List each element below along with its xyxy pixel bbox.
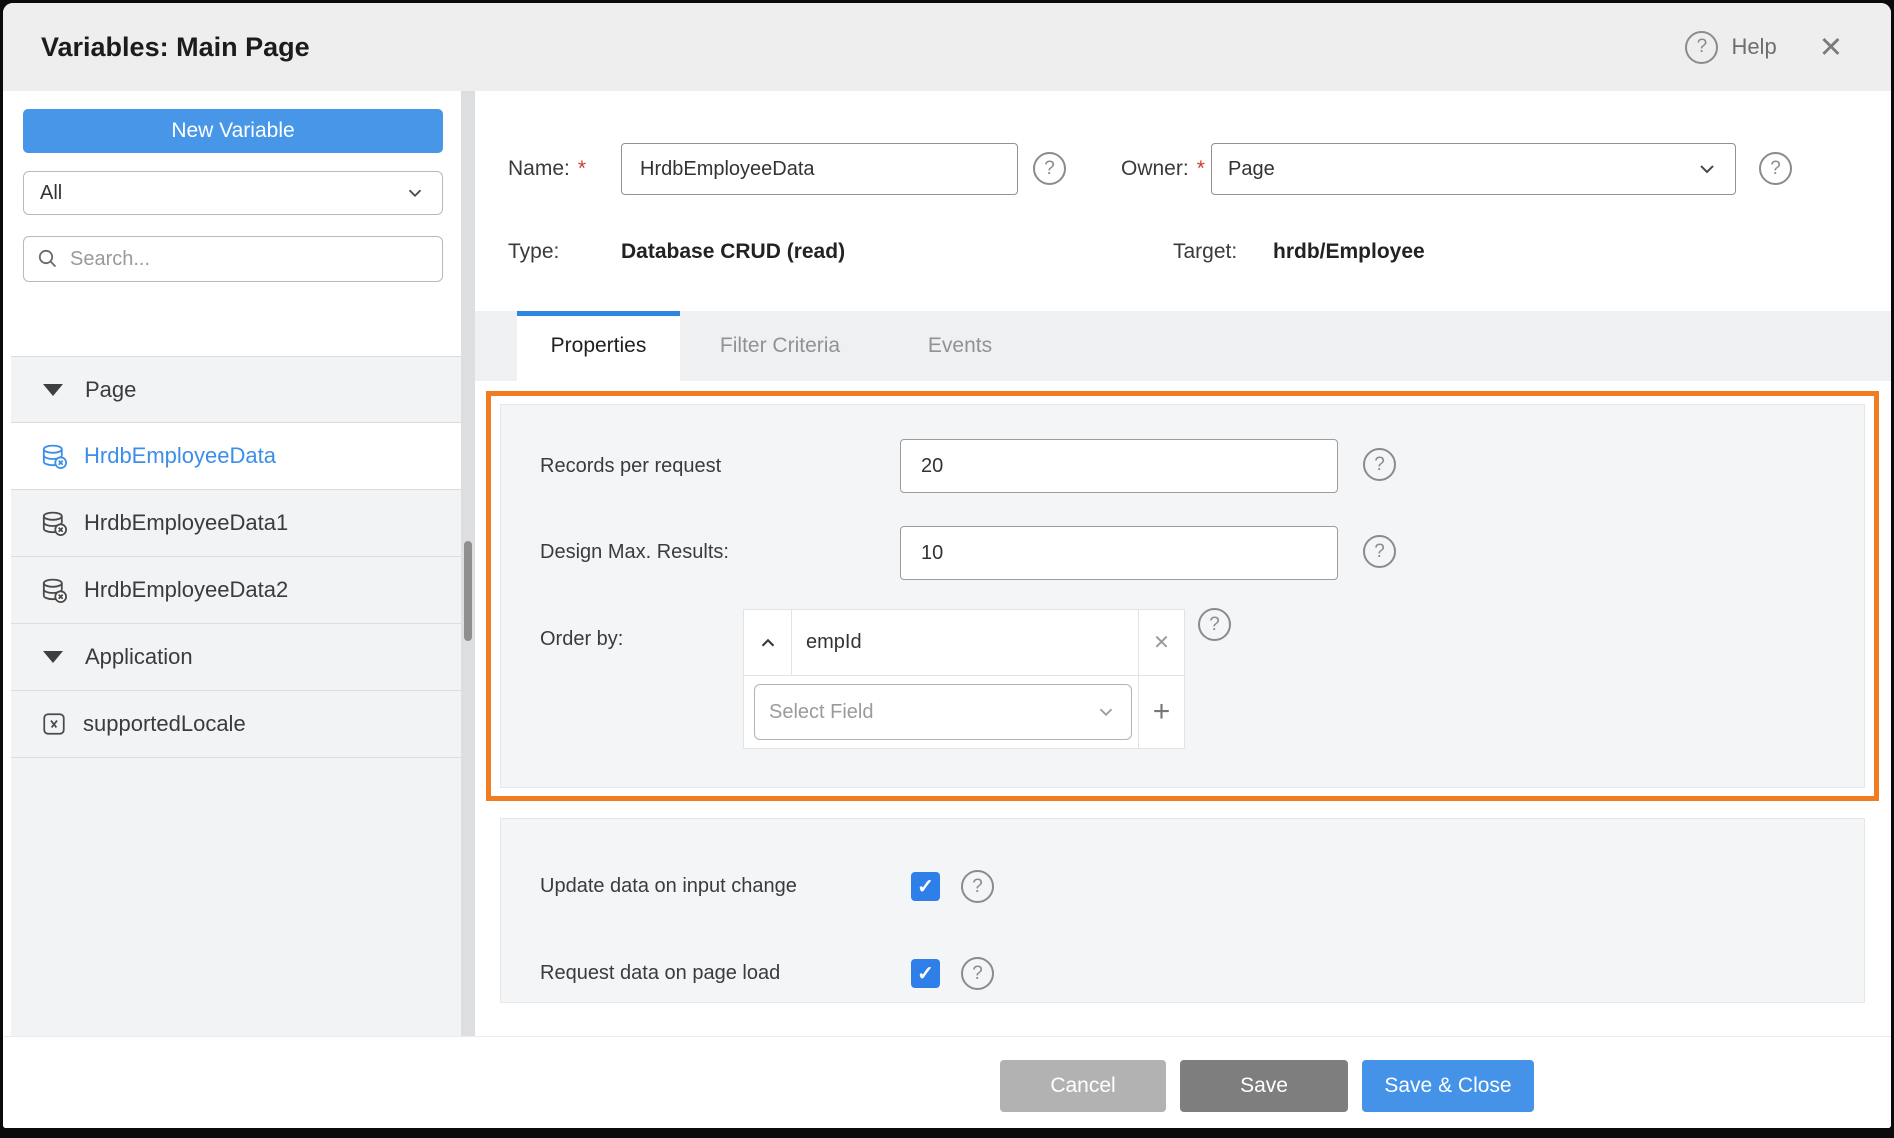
dialog-title: Variables: Main Page	[41, 3, 310, 91]
order-by-label: Order by:	[540, 624, 623, 654]
check-icon: ✓	[917, 961, 934, 986]
variable-icon	[41, 711, 67, 737]
variable-search	[23, 236, 443, 282]
variables-dialog: Variables: Main Page ? Help ✕ New Variab…	[3, 3, 1891, 1128]
tree-item-label: HrdbEmployeeData1	[84, 510, 288, 536]
records-per-request-input[interactable]	[900, 439, 1338, 493]
dialog-footer: Cancel Save Save & Close	[3, 1036, 1891, 1128]
name-help-icon[interactable]: ?	[1033, 152, 1066, 185]
remove-order-field-icon[interactable]: ✕	[1138, 610, 1184, 675]
select-field-dropdown[interactable]: Select Field	[754, 684, 1132, 740]
cancel-button[interactable]: Cancel	[1000, 1060, 1166, 1112]
database-variable-icon	[41, 577, 68, 604]
tree-item-label: HrdbEmployeeData	[84, 443, 276, 469]
required-asterisk: *	[578, 157, 586, 181]
order-by-field-value[interactable]: empId	[792, 610, 1138, 675]
design-max-results-input[interactable]	[900, 526, 1338, 580]
close-icon[interactable]: ✕	[1819, 30, 1843, 65]
target-label: Target:	[1173, 232, 1237, 272]
variable-detail-pane: Name: * ? Owner: * Page ? Type: Database…	[475, 91, 1891, 1036]
help-icon[interactable]: ?	[1685, 31, 1718, 64]
update-data-label: Update data on input change	[540, 871, 797, 901]
triangle-down-icon	[43, 651, 63, 663]
owner-select[interactable]: Page	[1211, 143, 1736, 195]
save-and-close-button[interactable]: Save & Close	[1362, 1060, 1534, 1112]
check-icon: ✓	[917, 874, 934, 899]
owner-value: Page	[1228, 158, 1275, 181]
help-link[interactable]: Help	[1731, 34, 1776, 60]
required-asterisk: *	[1197, 157, 1205, 181]
records-per-request-label: Records per request	[540, 451, 721, 481]
name-input[interactable]	[621, 143, 1018, 195]
header-actions: ? Help ✕	[1685, 3, 1843, 91]
save-button[interactable]: Save	[1180, 1060, 1348, 1112]
new-variable-button[interactable]: New Variable	[23, 109, 443, 153]
tree-section-label: Application	[85, 644, 193, 670]
design-max-results-label: Design Max. Results:	[540, 537, 729, 567]
variable-filter-value: All	[40, 182, 62, 205]
chevron-down-icon	[1095, 701, 1117, 723]
design-help-icon[interactable]: ?	[1363, 535, 1396, 568]
variable-filter-select[interactable]: All	[23, 171, 443, 215]
tree-section-page[interactable]: Page	[11, 356, 461, 423]
order-by-help-icon[interactable]: ?	[1198, 608, 1231, 641]
records-help-icon[interactable]: ?	[1363, 448, 1396, 481]
type-value: Database CRUD (read)	[621, 232, 845, 272]
owner-label: Owner: *	[1121, 143, 1205, 195]
request-data-label: Request data on page load	[540, 958, 780, 988]
chevron-down-icon	[1695, 157, 1719, 181]
tree-item-label: supportedLocale	[83, 711, 246, 737]
request-data-help-icon[interactable]: ?	[961, 957, 994, 990]
tree-item-hrdbemployeedata1[interactable]: HrdbEmployeeData1	[11, 490, 461, 557]
triangle-down-icon	[43, 384, 63, 396]
tree-section-label: Page	[85, 377, 136, 403]
database-variable-icon	[41, 443, 68, 470]
tree-item-label: HrdbEmployeeData2	[84, 577, 288, 603]
tab-filter-criteria[interactable]: Filter Criteria	[680, 311, 880, 381]
order-by-row: empId ✕	[744, 610, 1184, 676]
update-data-checkbox[interactable]: ✓	[911, 872, 940, 901]
request-data-checkbox[interactable]: ✓	[911, 959, 940, 988]
tab-properties[interactable]: Properties	[517, 311, 680, 381]
chevron-up-icon	[757, 632, 779, 654]
dialog-header: Variables: Main Page ? Help ✕	[3, 3, 1891, 91]
select-field-placeholder: Select Field	[769, 701, 874, 724]
tree-empty-area	[11, 758, 461, 1036]
tab-events[interactable]: Events	[880, 311, 1040, 381]
order-by-group: empId ✕ Select Field +	[743, 609, 1185, 749]
add-order-field-row: Select Field +	[744, 676, 1184, 748]
name-label: Name: *	[508, 143, 586, 195]
search-icon	[36, 247, 60, 271]
target-value: hrdb/Employee	[1273, 232, 1425, 272]
database-variable-icon	[41, 510, 68, 537]
add-order-field-icon[interactable]: +	[1138, 676, 1184, 748]
search-input[interactable]	[70, 248, 430, 271]
chevron-down-icon	[404, 182, 426, 204]
tree-item-hrdbemployeedata[interactable]: HrdbEmployeeData	[11, 423, 461, 490]
owner-help-icon[interactable]: ?	[1759, 152, 1792, 185]
tree-section-application[interactable]: Application	[11, 624, 461, 691]
sort-direction-button[interactable]	[744, 610, 792, 675]
detail-tabbar: Properties Filter Criteria Events	[475, 311, 1891, 381]
tree-item-supportedlocale[interactable]: supportedLocale	[11, 691, 461, 758]
variables-sidebar: New Variable All Page	[11, 91, 461, 1036]
type-label: Type:	[508, 232, 559, 272]
sidebar-scrollbar-track	[461, 91, 475, 1036]
dialog-body: New Variable All Page	[3, 91, 1891, 1128]
tree-item-hrdbemployeedata2[interactable]: HrdbEmployeeData2	[11, 557, 461, 624]
sidebar-scrollbar-thumb[interactable]	[464, 541, 472, 641]
update-data-help-icon[interactable]: ?	[961, 870, 994, 903]
